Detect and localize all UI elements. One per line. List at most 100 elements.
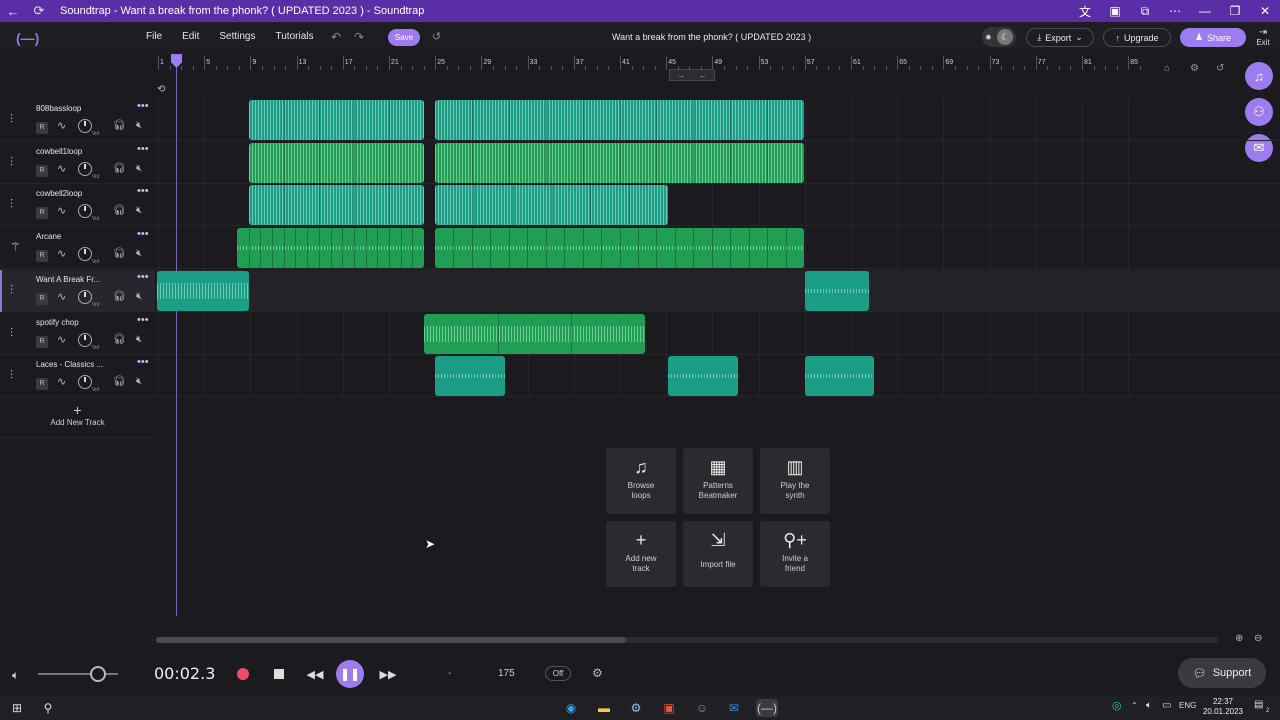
track-name[interactable]: Arcane (36, 232, 104, 241)
steam-icon[interactable]: ⚙ (625, 699, 647, 717)
track-header[interactable]: ⚚ Arcane ••• R ∿ Vol 🎧︎ 🔇︎ (0, 227, 155, 270)
audio-clip[interactable] (435, 356, 505, 397)
loop-region-handle[interactable]: → ← (669, 69, 715, 81)
track-more-icon[interactable]: ••• (137, 356, 149, 368)
search-icon[interactable]: ⚲ (40, 699, 56, 717)
windows-start-icon[interactable]: ⊞ (8, 699, 26, 717)
audio-clip[interactable] (435, 142, 804, 183)
track-header[interactable]: ⫶ spotify chop ••• R ∿ Vol 🎧︎ 🔇︎ (0, 312, 155, 355)
upgrade-button[interactable]: ↑ Upgrade (1103, 28, 1171, 47)
automation-icon[interactable]: ∿ (57, 247, 66, 260)
edge-icon[interactable]: ◉ (560, 699, 582, 717)
track-header[interactable]: ⫶ cowbell1loop ••• R ∿ Vol 🎧︎ 🔇︎ (0, 141, 155, 184)
automation-icon[interactable]: ∿ (57, 290, 66, 303)
more-options-icon[interactable]: ⋯ (1160, 4, 1190, 18)
audio-clip[interactable] (249, 185, 424, 226)
solo-headphones-icon[interactable]: 🎧︎ (113, 248, 126, 259)
menu-tutorials[interactable]: Tutorials (276, 31, 314, 42)
redo-icon[interactable]: ↷ (354, 30, 364, 44)
record-arm-button[interactable]: R (36, 292, 48, 305)
back-arrow-icon[interactable]: ← (0, 4, 26, 19)
mute-speaker-icon[interactable]: 🔇︎ (136, 376, 142, 387)
chevron-up-icon[interactable]: ⌃ (1131, 701, 1138, 710)
volume-knob[interactable] (78, 332, 92, 347)
battery-tray-icon[interactable]: ▭ (1162, 700, 1171, 711)
track-name[interactable]: cowbell1loop (36, 147, 104, 156)
audio-clip[interactable] (435, 228, 804, 269)
soundtrap-logo-icon[interactable]: (—) (16, 30, 39, 46)
metronome-toggle[interactable]: Off (545, 666, 571, 681)
stop-button[interactable] (268, 663, 290, 685)
close-icon[interactable]: ✕ (1250, 4, 1280, 18)
mute-speaker-icon[interactable]: 🔇︎ (136, 248, 142, 259)
mail-icon[interactable]: ✉ (723, 699, 745, 717)
taskbar-clock[interactable]: 22:37 20.01.2023 (1200, 697, 1246, 717)
volume-tray-icon[interactable]: 🔈︎ (1146, 700, 1152, 711)
quick-start-tile[interactable]: ▥ Play the synth (760, 448, 830, 514)
track-name[interactable]: spotify chop (36, 318, 104, 327)
metronome-icon[interactable]: ⌂ (1164, 63, 1170, 74)
record-arm-button[interactable]: R (36, 122, 48, 134)
track-more-icon[interactable]: ••• (137, 100, 149, 112)
pause-button[interactable]: ❚❚ (336, 660, 364, 688)
master-volume-thumb[interactable] (90, 666, 106, 682)
audio-clip[interactable] (249, 100, 424, 140)
automation-icon[interactable]: ∿ (57, 119, 66, 132)
waveform-icon[interactable]: ⫶ (10, 155, 13, 170)
support-button[interactable]: 💬︎ Support (1178, 658, 1266, 688)
track-name[interactable]: cowbell2loop (36, 189, 104, 198)
audio-clip[interactable] (424, 313, 645, 354)
waveform-icon[interactable]: ⫶ (10, 197, 13, 212)
exit-button[interactable]: ⇥ Exit (1255, 27, 1271, 47)
automation-icon[interactable]: ∿ (57, 333, 66, 346)
quick-start-tile[interactable]: ♫ Browse loops (606, 448, 676, 514)
track-more-icon[interactable]: ••• (137, 143, 149, 155)
translate-icon[interactable]: 文 (1070, 3, 1100, 20)
speaker-icon[interactable]: 🔈︎ (12, 668, 19, 683)
share-button[interactable]: ♟ Share (1180, 28, 1246, 47)
minimize-icon[interactable]: — (1190, 4, 1220, 18)
zoom-in-icon[interactable]: ⊕ (1235, 633, 1243, 644)
theme-toggle[interactable]: ✹ ☾ (982, 27, 1016, 47)
soundtrap-taskbar-icon[interactable]: (—) (756, 699, 778, 717)
record-arm-button[interactable]: R (36, 164, 48, 177)
menu-file[interactable]: File (146, 31, 162, 42)
scrollbar-thumb[interactable] (156, 637, 626, 643)
track-header[interactable]: ⫶ Laces - Classics ... ••• R ∿ Vol 🎧︎ 🔇︎ (0, 355, 155, 398)
solo-headphones-icon[interactable]: 🎧︎ (113, 120, 126, 131)
screen-share-icon[interactable]: ▣ (1100, 4, 1130, 18)
volume-knob[interactable] (78, 289, 92, 304)
discord-icon[interactable]: ☺ (691, 699, 713, 717)
tray-app-icon[interactable]: ◎ (1112, 699, 1122, 712)
track-header[interactable]: ⫶ cowbell2loop ••• R ∿ Vol 🎧︎ 🔇︎ (0, 184, 155, 227)
track-name[interactable]: 808bassloop (36, 104, 104, 113)
export-button[interactable]: ⤓ Export ⌄ (1026, 28, 1094, 47)
mute-speaker-icon[interactable]: 🔇︎ (136, 205, 142, 216)
automation-icon[interactable]: ∿ (57, 162, 66, 175)
mute-speaker-icon[interactable]: 🔇︎ (136, 291, 142, 302)
loop-icon[interactable]: ⟲ (157, 84, 171, 96)
reload-icon[interactable]: ⟳ (26, 3, 52, 19)
rewind-button[interactable]: ◀◀ (304, 663, 326, 685)
solo-headphones-icon[interactable]: 🎧︎ (113, 163, 126, 174)
track-lane[interactable] (156, 269, 1280, 312)
audio-clip[interactable] (237, 228, 424, 269)
audio-clip[interactable] (805, 356, 874, 397)
master-volume-slider[interactable] (38, 673, 118, 675)
history-icon[interactable]: ↺ (432, 30, 441, 43)
refresh-icon[interactable]: ↺ (1216, 63, 1224, 74)
tempo-display[interactable]: 175 (498, 668, 515, 679)
record-arm-button[interactable]: R (36, 250, 48, 263)
volume-knob[interactable] (78, 161, 92, 176)
waveform-icon[interactable]: ⫶ (10, 326, 13, 341)
settings-gear-icon[interactable]: ⚙ (1190, 63, 1199, 74)
save-button[interactable]: Save (388, 29, 420, 46)
key-display[interactable]: - (448, 668, 451, 679)
track-more-icon[interactable]: ••• (137, 314, 149, 326)
track-header[interactable]: ⫶ 808bassloop ••• R ∿ Vol 🎧︎ 🔇︎ (0, 99, 155, 141)
timeline-ruler[interactable]: 1 5 9 13 17 21 25 29 33 37 41 45 49 53 57 61 65 69 73 77 81 8… (156, 56, 1146, 72)
record-arm-button[interactable]: R (36, 207, 48, 220)
quick-start-tile[interactable]: ⇲ Import file (683, 521, 753, 587)
track-more-icon[interactable]: ••• (137, 228, 149, 240)
menu-edit[interactable]: Edit (182, 31, 199, 42)
